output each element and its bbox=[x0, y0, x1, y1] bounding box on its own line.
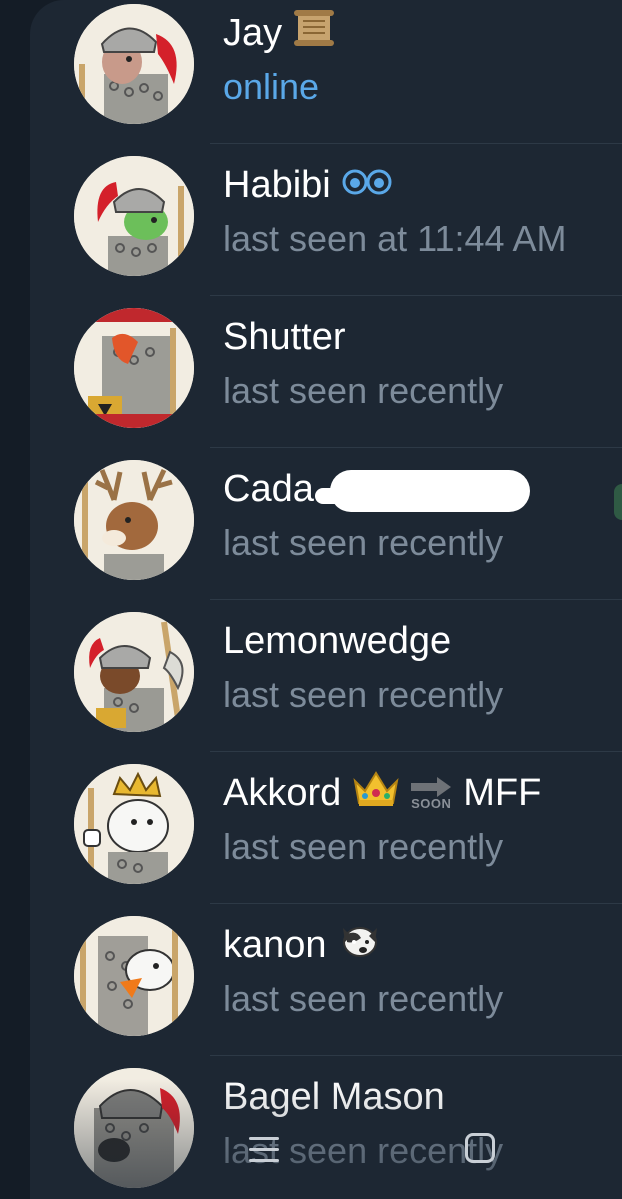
contact-name-text: Habibi bbox=[223, 163, 331, 206]
scroll-icon bbox=[292, 7, 336, 59]
contact-name: Akkord SOON MFF bbox=[223, 770, 541, 816]
contact-name: Shutter bbox=[223, 314, 346, 360]
contact-status: last seen recently bbox=[223, 826, 504, 867]
soon-arrow-icon: SOON bbox=[409, 776, 453, 810]
contact-row-bagel-mason[interactable]: Bagel Mason last seen recently bbox=[30, 1056, 622, 1199]
crown-icon bbox=[351, 767, 401, 819]
redaction-scribble bbox=[315, 488, 375, 504]
menu-icon[interactable] bbox=[249, 1135, 279, 1165]
contact-status: last seen recently bbox=[223, 674, 504, 715]
contact-name: Lemonwedge bbox=[223, 618, 451, 664]
contact-name: Jay bbox=[223, 10, 336, 56]
eyes-icon bbox=[341, 164, 393, 207]
contacts-panel: Jay online Habibi last seen at 11:44 AM … bbox=[30, 0, 622, 1199]
soon-label: SOON bbox=[411, 796, 452, 811]
contact-row-akkord[interactable]: Akkord SOON MFF last seen recently bbox=[30, 752, 622, 904]
contact-name: Habibi bbox=[223, 162, 393, 208]
avatar bbox=[74, 4, 194, 124]
contact-name: Cada bbox=[223, 466, 314, 512]
dog-face-icon bbox=[337, 920, 383, 970]
avatar bbox=[74, 612, 194, 732]
contact-status: last seen recently bbox=[223, 522, 504, 563]
avatar bbox=[74, 308, 194, 428]
contact-status: last seen recently bbox=[223, 978, 504, 1019]
contact-status: last seen recently bbox=[223, 370, 504, 411]
contact-name-suffix: MFF bbox=[463, 771, 542, 814]
edge-indicator bbox=[614, 484, 622, 520]
contact-name: Bagel Mason bbox=[223, 1074, 445, 1120]
contact-name-text: Cada bbox=[223, 467, 314, 510]
avatar bbox=[74, 156, 194, 276]
contact-row-habibi[interactable]: Habibi last seen at 11:44 AM bbox=[30, 144, 622, 296]
avatar bbox=[74, 1068, 194, 1188]
contact-status: last seen at 11:44 AM bbox=[223, 218, 567, 259]
avatar bbox=[74, 460, 194, 580]
home-icon[interactable] bbox=[465, 1133, 495, 1163]
contact-name-text: Akkord bbox=[223, 771, 342, 814]
contact-name: kanon bbox=[223, 922, 383, 968]
contact-row-kanon[interactable]: kanon last seen recently bbox=[30, 904, 622, 1056]
contact-row-cada[interactable]: Cada last seen recently bbox=[30, 448, 622, 600]
avatar bbox=[74, 916, 194, 1036]
contact-name-text: Lemonwedge bbox=[223, 619, 452, 662]
contact-name-text: Jay bbox=[223, 11, 283, 54]
screen: Jay online Habibi last seen at 11:44 AM … bbox=[0, 0, 622, 1199]
avatar bbox=[74, 764, 194, 884]
contact-name-text: Shutter bbox=[223, 315, 346, 358]
contact-row-shutter[interactable]: Shutter last seen recently bbox=[30, 296, 622, 448]
contact-row-lemonwedge[interactable]: Lemonwedge last seen recently bbox=[30, 600, 622, 752]
contact-row-jay[interactable]: Jay online bbox=[30, 0, 622, 144]
contact-name-text: Bagel Mason bbox=[223, 1075, 445, 1118]
contact-name-text: kanon bbox=[223, 923, 327, 966]
contact-status: online bbox=[223, 66, 320, 107]
